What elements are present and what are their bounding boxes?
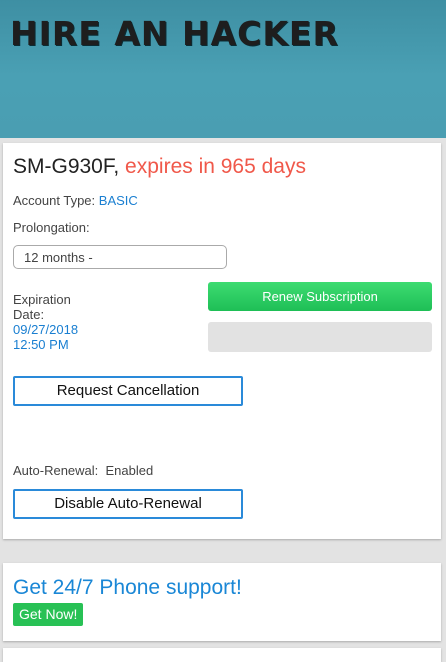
- auto-renewal-status: Auto-Renewal: Enabled: [13, 463, 153, 478]
- auto-renewal-value: Enabled: [105, 463, 154, 478]
- header-banner: HIRE AN HACKER: [0, 0, 446, 138]
- next-card: [3, 648, 441, 662]
- request-cancellation-button[interactable]: Request Cancellation: [13, 376, 243, 406]
- expiration-date: 09/27/2018: [13, 322, 79, 337]
- account-type-label: Account Type:: [13, 193, 96, 208]
- device-title: SM-G930F, expires in 965 days: [13, 155, 306, 179]
- prolongation-select[interactable]: 12 months -: [13, 245, 227, 269]
- support-card: Get 24/7 Phone support! Get Now!: [3, 563, 441, 641]
- device-model: SM-G930F,: [13, 155, 120, 178]
- renew-subscription-button[interactable]: Renew Subscription: [208, 282, 432, 311]
- expiration-label-1: Expiration: [13, 292, 71, 307]
- site-logo[interactable]: HIRE AN HACKER: [10, 14, 339, 53]
- expiration-label-2: Date:: [13, 307, 45, 322]
- expires-text: expires in 965 days: [125, 155, 306, 178]
- account-type-value: BASIC: [98, 193, 138, 208]
- auto-renewal-label: Auto-Renewal:: [13, 463, 99, 478]
- prolongation-label: Prolongation:: [13, 220, 90, 235]
- expiration-time: 12:50 PM: [13, 337, 69, 352]
- disabled-button: [208, 322, 432, 352]
- support-title: Get 24/7 Phone support!: [13, 576, 242, 599]
- account-type: Account Type: BASIC: [13, 193, 138, 208]
- expiration-info: Expiration Date: 09/27/2018 12:50 PM: [13, 292, 78, 352]
- subscription-card: SM-G930F, expires in 965 days Account Ty…: [3, 143, 441, 539]
- disable-auto-renewal-button[interactable]: Disable Auto-Renewal: [13, 489, 243, 519]
- get-now-button[interactable]: Get Now!: [13, 603, 84, 626]
